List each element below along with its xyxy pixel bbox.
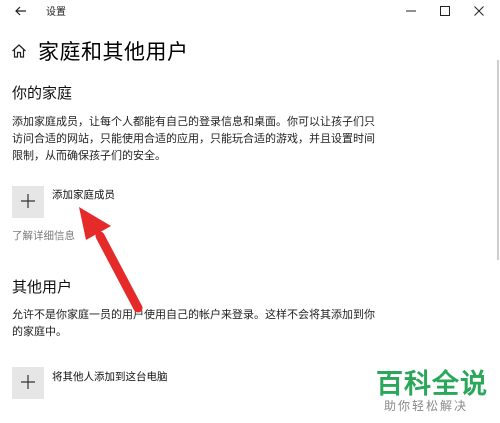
add-family-member-label[interactable]: 添加家庭成员	[52, 187, 115, 202]
watermark-logo: 百科全说 助你轻松解决	[370, 362, 492, 418]
home-icon[interactable]	[10, 42, 28, 60]
scrollbar[interactable]	[497, 60, 499, 260]
add-family-member-button[interactable]	[12, 186, 44, 218]
family-section-title: 你的家庭	[12, 84, 73, 102]
minimize-button[interactable]	[396, 0, 426, 20]
maximize-button[interactable]	[430, 0, 460, 20]
window-title: 设置	[46, 7, 66, 18]
watermark-slogan: 助你轻松解决	[384, 399, 469, 413]
back-arrow-icon	[15, 1, 27, 20]
page-title: 家庭和其他用户	[38, 40, 189, 64]
minimize-icon	[406, 1, 416, 20]
title-bar: 设置	[0, 0, 500, 20]
back-button[interactable]	[10, 0, 32, 20]
maximize-icon	[440, 1, 450, 20]
family-description: 添加家庭成员，让每个人都能有自己的登录信息和桌面。你可以让孩子们只访问合适的网站…	[12, 115, 375, 162]
plus-icon	[21, 374, 35, 393]
close-icon	[474, 1, 484, 20]
add-other-user-button[interactable]	[12, 367, 44, 399]
close-button[interactable]	[464, 0, 494, 20]
other-users-description: 允许不是你家庭一员的用户使用自己的帐户来登录。这样不会将其添加到你的家庭中。	[12, 308, 375, 338]
page-header: 家庭和其他用户	[10, 36, 189, 66]
watermark-brand: 百科全说	[376, 369, 488, 400]
other-users-section-title: 其他用户	[12, 278, 73, 296]
learn-more-link[interactable]: 了解详细信息	[12, 228, 75, 243]
plus-icon	[21, 193, 35, 212]
add-other-user-label[interactable]: 将其他人添加到这台电脑	[52, 369, 168, 384]
